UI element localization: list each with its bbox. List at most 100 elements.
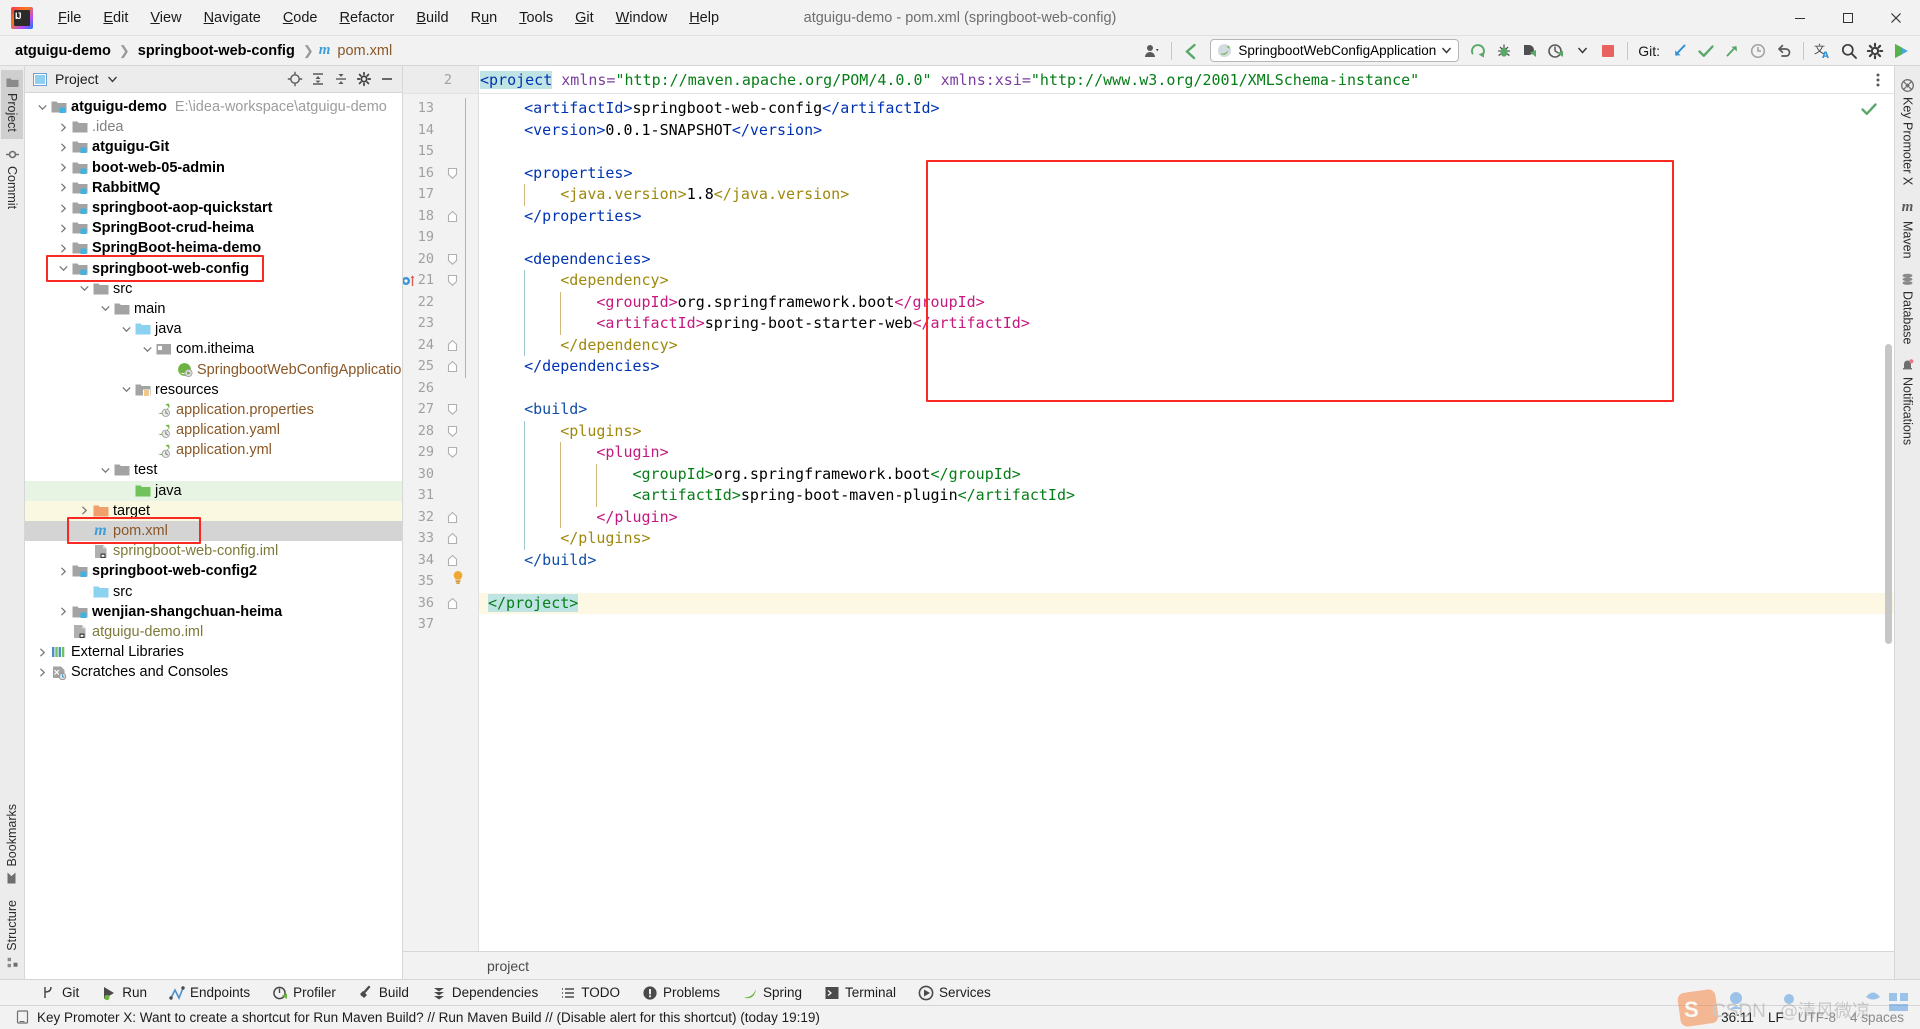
indent-setting[interactable]: 4 spaces [1850, 1010, 1904, 1025]
tree-row[interactable]: Scratches and Consoles [25, 662, 402, 682]
fold-end-icon[interactable] [445, 507, 459, 529]
chevron-right-icon[interactable] [35, 647, 50, 657]
code-line[interactable]: </properties> [479, 206, 1894, 228]
code-line[interactable]: </project> [479, 592, 1894, 614]
breadcrumb-file[interactable]: pom.xml [334, 42, 395, 60]
code-line[interactable]: </dependency> [479, 335, 1894, 357]
menu-refactor[interactable]: Refactor [329, 6, 406, 30]
run-anything-icon[interactable] [1888, 39, 1914, 63]
code-line[interactable]: <artifactId>springboot-web-config</artif… [479, 98, 1894, 120]
code-line[interactable]: </build> [479, 550, 1894, 572]
fold-collapse-icon[interactable] [445, 163, 459, 185]
tree-row[interactable]: src [25, 279, 402, 299]
fold-end-icon[interactable] [445, 206, 459, 228]
chevron-right-icon[interactable] [56, 203, 71, 213]
tool-window-todo[interactable]: TODO [549, 983, 631, 1003]
fold-collapse-icon[interactable] [445, 270, 459, 292]
chevron-right-icon[interactable] [56, 607, 71, 616]
tree-row[interactable]: application.yml [25, 440, 402, 460]
git-push-icon[interactable] [1719, 39, 1745, 63]
tree-row[interactable]: m pom.xml [25, 520, 402, 542]
sidebar-item-structure[interactable]: Structure [1, 893, 23, 975]
chevron-right-icon[interactable] [56, 224, 71, 233]
tree-row[interactable]: .idea [25, 117, 402, 137]
menu-navigate[interactable]: Navigate [193, 6, 272, 30]
debug-button[interactable] [1491, 39, 1517, 63]
chevron-down-icon[interactable] [119, 386, 134, 393]
expand-all-icon[interactable] [307, 68, 329, 90]
tree-row[interactable]: java [25, 319, 402, 339]
fold-collapse-icon[interactable] [445, 249, 459, 271]
tree-row[interactable]: External Libraries [25, 642, 402, 662]
code-line[interactable] [479, 614, 1894, 636]
tool-window-endpoints[interactable]: Endpoints [158, 983, 261, 1003]
tree-row[interactable]: springboot-web-config2 [25, 561, 402, 581]
settings-gear-icon[interactable] [1862, 39, 1888, 63]
editor-scrollbar-thumb[interactable] [1885, 344, 1892, 644]
stop-button[interactable] [1595, 39, 1621, 63]
menu-view[interactable]: View [139, 6, 192, 30]
breakpoint-bean-icon[interactable] [403, 270, 421, 292]
panel-settings-gear-icon[interactable] [353, 68, 375, 90]
tree-row[interactable]: resources [25, 380, 402, 400]
sidebar-item-commit[interactable]: Commit [1, 141, 23, 216]
chevron-right-icon[interactable] [56, 244, 71, 253]
fold-collapse-icon[interactable] [445, 421, 459, 443]
editor-gutter[interactable]: 13 14 15 16 17 18 19 20 21 22 23 24 25 26 27 28 29 30 31 32… [403, 94, 479, 951]
menu-file[interactable]: File [47, 6, 92, 30]
sidebar-item-bookmarks[interactable]: Bookmarks [1, 797, 23, 892]
menu-tools[interactable]: Tools [508, 6, 564, 30]
menu-window[interactable]: Window [605, 6, 679, 30]
tree-row[interactable]: test [25, 460, 402, 480]
tool-window-terminal[interactable]: Terminal [813, 983, 907, 1003]
back-arrow-icon[interactable] [1178, 39, 1204, 63]
collapse-all-icon[interactable] [330, 68, 352, 90]
editor-breadcrumb-project[interactable]: project [487, 958, 529, 974]
run-button[interactable] [1465, 39, 1491, 63]
chevron-right-icon[interactable] [56, 567, 71, 576]
code-line[interactable]: <groupId>org.springframework.boot</group… [479, 292, 1894, 314]
search-everywhere-icon[interactable] [1836, 39, 1862, 63]
hide-panel-icon[interactable] [376, 68, 398, 90]
git-rollback-icon[interactable] [1771, 39, 1797, 63]
breadcrumb-project[interactable]: atguigu-demo [12, 42, 114, 60]
close-window-button[interactable] [1872, 0, 1920, 35]
status-bar-message[interactable]: Key Promoter X: Want to create a shortcu… [16, 1010, 820, 1025]
code-line[interactable]: </plugins> [479, 528, 1894, 550]
tool-window-services[interactable]: Services [907, 983, 1002, 1003]
chevron-down-icon[interactable] [107, 76, 117, 83]
code-line[interactable]: <build> [479, 399, 1894, 421]
code-line[interactable] [479, 378, 1894, 400]
chevron-right-icon[interactable] [56, 143, 71, 152]
run-with-coverage-button[interactable] [1517, 39, 1543, 63]
minimize-window-button[interactable] [1776, 0, 1824, 35]
tool-window-profiler[interactable]: Profiler [261, 983, 347, 1003]
chevron-down-icon[interactable] [140, 346, 155, 353]
settings-sync-icon[interactable] [1139, 39, 1165, 63]
tree-row[interactable]: atguigu-demo E:\idea-workspace\atguigu-de… [25, 97, 402, 117]
chevron-right-icon[interactable] [56, 163, 71, 172]
tree-row[interactable]: springboot-aop-quickstart [25, 198, 402, 218]
caret-position[interactable]: 36:11 [1721, 1010, 1754, 1025]
code-line[interactable]: </plugin> [479, 507, 1894, 529]
tree-row[interactable]: springboot-web-config.iml [25, 541, 402, 561]
fold-collapse-icon[interactable] [445, 399, 459, 421]
tree-row[interactable]: com.itheima [25, 339, 402, 359]
tree-row[interactable]: RabbitMQ [25, 178, 402, 198]
tree-row[interactable]: application.properties [25, 400, 402, 420]
fold-end-icon[interactable] [445, 550, 459, 572]
code-line[interactable]: <groupId>org.springframework.boot</group… [479, 464, 1894, 486]
breadcrumb-module[interactable]: springboot-web-config [135, 42, 298, 60]
intention-bulb-icon[interactable] [451, 570, 467, 590]
git-commit-icon[interactable] [1693, 39, 1719, 63]
chevron-down-icon[interactable] [77, 285, 92, 292]
code-line[interactable]: </dependencies> [479, 356, 1894, 378]
code-line[interactable]: <artifactId>spring-boot-starter-web</art… [479, 313, 1894, 335]
tree-row[interactable]: boot-web-05-admin [25, 158, 402, 178]
sidebar-item-key-promoter-x[interactable]: Key Promoter X [1897, 72, 1919, 192]
chevron-down-icon[interactable] [119, 326, 134, 333]
code-line[interactable] [479, 227, 1894, 249]
chevron-right-icon[interactable] [56, 183, 71, 193]
tool-window-problems[interactable]: Problems [631, 983, 731, 1003]
tree-row[interactable]: target [25, 500, 402, 521]
